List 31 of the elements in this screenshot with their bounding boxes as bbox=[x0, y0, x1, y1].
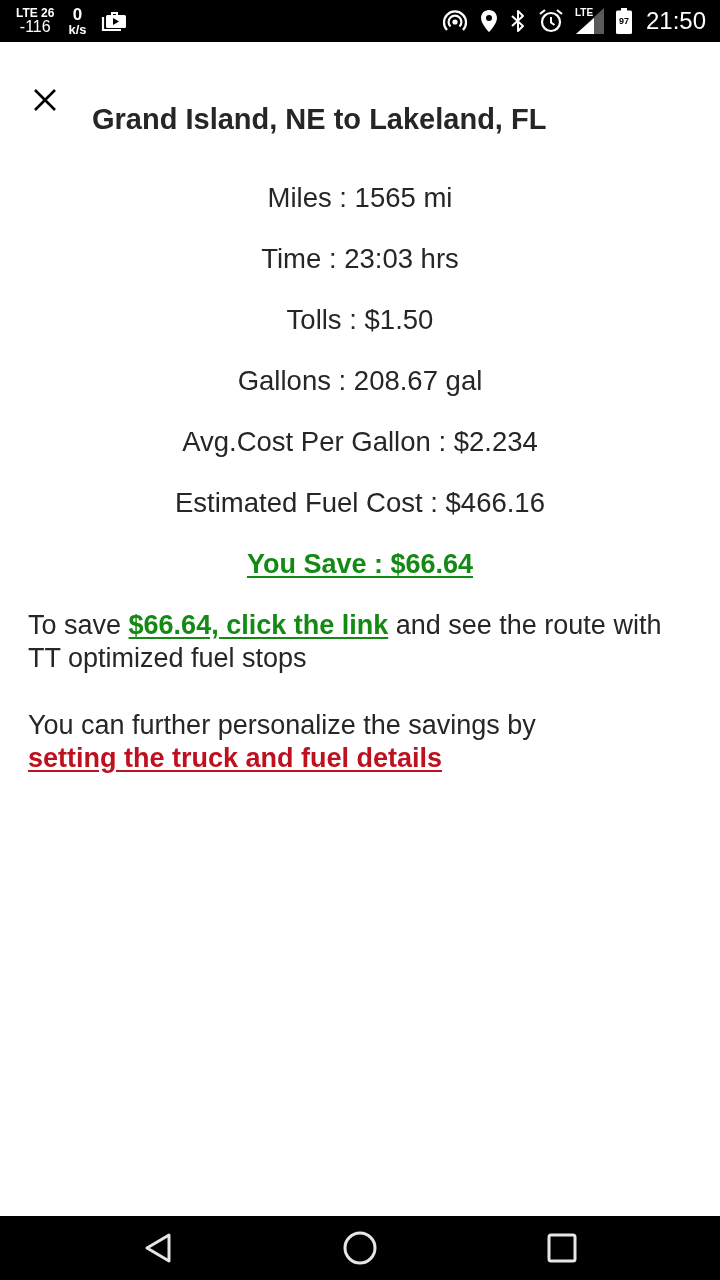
trip-stat: Time : 23:03 hrs bbox=[261, 243, 459, 275]
battery-icon bbox=[615, 8, 632, 34]
alarm-clock-icon bbox=[537, 8, 564, 34]
trip-stat: Gallons : 208.67 gal bbox=[237, 365, 483, 397]
bluetooth-icon bbox=[509, 9, 526, 33]
signal-strength-text: -116 bbox=[19, 19, 51, 35]
inline-link[interactable]: $66.64, click the link bbox=[128, 610, 389, 640]
inline-link[interactable]: setting the truck and fuel details bbox=[28, 743, 443, 773]
close-button[interactable] bbox=[33, 88, 57, 112]
close-icon bbox=[33, 88, 57, 112]
home-circle-icon bbox=[343, 1231, 377, 1265]
trip-stat: Estimated Fuel Cost : $466.16 bbox=[175, 487, 545, 519]
route-title: Grand Island, NE to Lakeland, FL bbox=[92, 103, 547, 135]
battery-level-text: 97 bbox=[617, 17, 630, 26]
network-label: LTE 26 bbox=[16, 7, 55, 19]
lte-label: LTE bbox=[574, 8, 594, 18]
trip-stat: Tolls : $1.50 bbox=[286, 304, 434, 336]
hotspot-icon bbox=[441, 9, 468, 33]
trip-stat: Miles : 1565 mi bbox=[267, 182, 453, 214]
cell-signal-icon bbox=[575, 8, 604, 34]
trip-stat: Avg.Cost Per Gallon : $2.234 bbox=[182, 426, 538, 458]
back-triangle-icon bbox=[145, 1233, 171, 1263]
status-time: 21:50 bbox=[645, 7, 706, 35]
recents-square-icon bbox=[547, 1233, 577, 1263]
location-pin-icon bbox=[479, 9, 498, 33]
savings-link[interactable]: You Save : $66.64 bbox=[246, 548, 474, 580]
data-speed-unit: k/s bbox=[68, 23, 87, 36]
info-paragraph: To save $66.64, click the link and see the route with TT optimized fuel stops bbox=[28, 609, 663, 675]
video-stack-icon bbox=[100, 10, 127, 32]
data-speed-value: 0 bbox=[72, 6, 83, 23]
info-paragraph: You can further personalize the savings by setting the truck and fuel details bbox=[28, 709, 537, 775]
